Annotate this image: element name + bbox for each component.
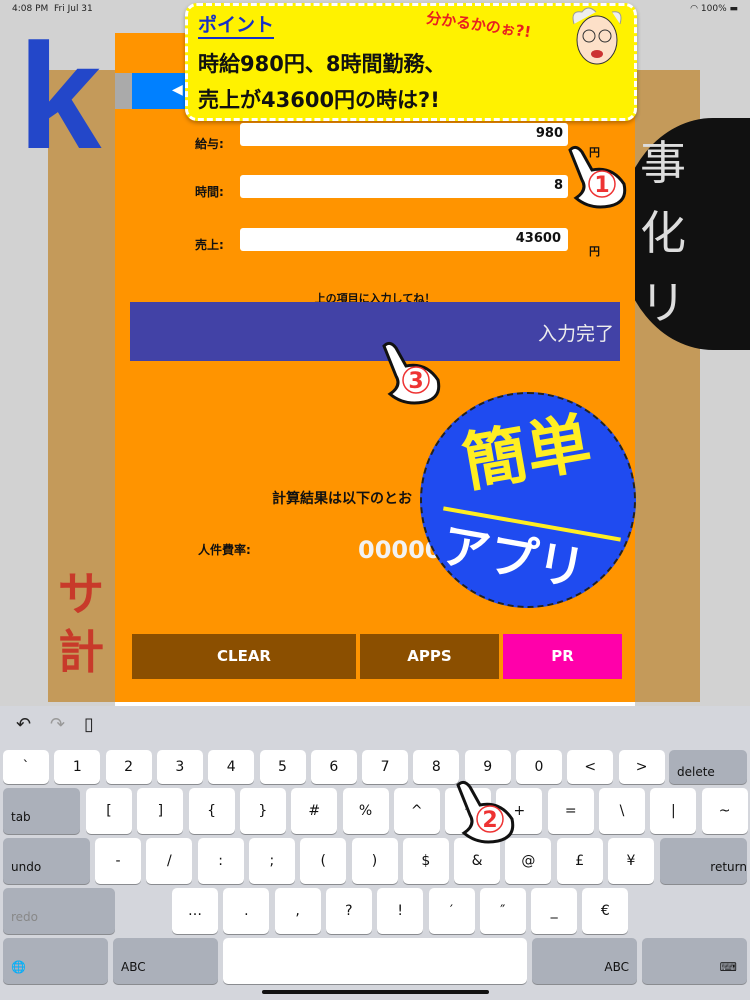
key[interactable]: 7: [362, 750, 409, 784]
key[interactable]: ?: [325, 888, 372, 934]
key[interactable]: {: [188, 788, 235, 834]
old-man-face-icon: [572, 7, 622, 65]
key[interactable]: ^: [393, 788, 440, 834]
background-red-text: サ計: [58, 567, 104, 679]
back-button[interactable]: ◀: [132, 73, 187, 109]
point-banner: ポイント 分かるかのぉ?! 時給980円、8時間勤務、 売上が43600円の時は…: [185, 3, 637, 121]
redo-key[interactable]: redo: [3, 888, 115, 934]
key[interactable]: 4: [208, 750, 255, 784]
key[interactable]: >: [618, 750, 665, 784]
delete-key[interactable]: delete: [669, 750, 747, 784]
key[interactable]: /: [146, 838, 193, 884]
hours-input[interactable]: 8: [240, 175, 568, 198]
key[interactable]: ′: [428, 888, 475, 934]
key[interactable]: #: [291, 788, 338, 834]
globe-key[interactable]: 🌐: [3, 938, 108, 984]
clear-button[interactable]: CLEAR: [132, 634, 356, 679]
banner-speech: 分かるかのぉ?!: [425, 8, 533, 42]
labor-cost-rate-label: 人件費率:: [198, 543, 251, 557]
apps-button[interactable]: APPS: [360, 634, 499, 679]
keyboard: ↶ ↷ ▯ `1234567890<>deletetab[]{}#%^*+=\|…: [0, 706, 750, 1000]
key[interactable]: £: [556, 838, 603, 884]
step-2-number: 2: [482, 808, 497, 833]
battery-indicator: ◠ 100% ▬: [690, 4, 738, 14]
paste-icon[interactable]: ▯: [84, 714, 94, 735]
pointing-hand-step-3-icon: 3: [382, 341, 441, 405]
back-strip: [115, 73, 132, 109]
key[interactable]: -: [95, 838, 141, 884]
sales-label: 売上:: [195, 238, 224, 252]
key[interactable]: ¥: [608, 838, 654, 884]
key[interactable]: %: [342, 788, 389, 834]
redo-arrow-icon[interactable]: ↷: [50, 714, 65, 735]
return-key[interactable]: return: [660, 838, 747, 884]
key[interactable]: ): [351, 838, 398, 884]
banner-heading: ポイント: [198, 10, 275, 39]
undo-key[interactable]: undo: [3, 838, 90, 884]
abc-key-right[interactable]: ABC: [532, 938, 637, 984]
key[interactable]: 3: [156, 750, 203, 784]
pointing-hand-step-1-icon: 1: [568, 145, 627, 209]
key[interactable]: ″: [479, 888, 526, 934]
key[interactable]: [: [86, 788, 132, 834]
space-key[interactable]: [223, 938, 527, 984]
key[interactable]: =: [547, 788, 594, 834]
key[interactable]: ]: [137, 788, 184, 834]
step-3-number: 3: [408, 369, 423, 394]
key[interactable]: ~: [701, 788, 748, 834]
background-logo: k: [18, 12, 102, 180]
home-indicator: [262, 990, 489, 994]
key[interactable]: \: [599, 788, 645, 834]
key[interactable]: 6: [310, 750, 357, 784]
pointing-hand-step-2-icon: 2: [456, 780, 515, 844]
easy-app-sticker: 簡単 アプリ: [420, 392, 636, 608]
tab-key[interactable]: tab: [3, 788, 80, 834]
sales-input[interactable]: 43600: [240, 228, 568, 251]
key[interactable]: 0: [516, 750, 562, 784]
undo-arrow-icon[interactable]: ↶: [16, 714, 31, 735]
dismiss-keyboard-key[interactable]: ⌨: [642, 938, 747, 984]
key[interactable]: €: [582, 888, 629, 934]
key[interactable]: !: [377, 888, 424, 934]
key[interactable]: ;: [248, 838, 295, 884]
key[interactable]: :: [197, 838, 244, 884]
salary-label: 給与:: [195, 137, 224, 151]
pr-button[interactable]: PR: [503, 634, 622, 679]
key[interactable]: 5: [259, 750, 306, 784]
hours-label: 時間:: [195, 185, 224, 199]
salary-input[interactable]: 980: [240, 123, 568, 146]
key[interactable]: 2: [105, 750, 152, 784]
key[interactable]: _: [531, 888, 578, 934]
key[interactable]: |: [650, 788, 697, 834]
key[interactable]: ,: [274, 888, 321, 934]
key[interactable]: }: [239, 788, 286, 834]
key[interactable]: .: [223, 888, 270, 934]
sticker-line-1: 簡単: [457, 406, 597, 502]
key[interactable]: (: [300, 838, 347, 884]
result-heading: 計算結果は以下のとお: [272, 491, 412, 507]
key[interactable]: $: [402, 838, 449, 884]
banner-line-1: 時給980円、8時間勤務、: [198, 52, 446, 76]
sales-unit: 円: [589, 245, 600, 258]
key[interactable]: <: [567, 750, 614, 784]
key[interactable]: 1: [54, 750, 101, 784]
key[interactable]: …: [172, 888, 218, 934]
key[interactable]: `: [3, 750, 49, 784]
banner-line-2: 売上が43600円の時は?!: [198, 88, 440, 112]
step-1-number: 1: [594, 173, 609, 198]
submit-button[interactable]: 入力完了: [130, 302, 620, 361]
abc-key-left[interactable]: ABC: [113, 938, 218, 984]
